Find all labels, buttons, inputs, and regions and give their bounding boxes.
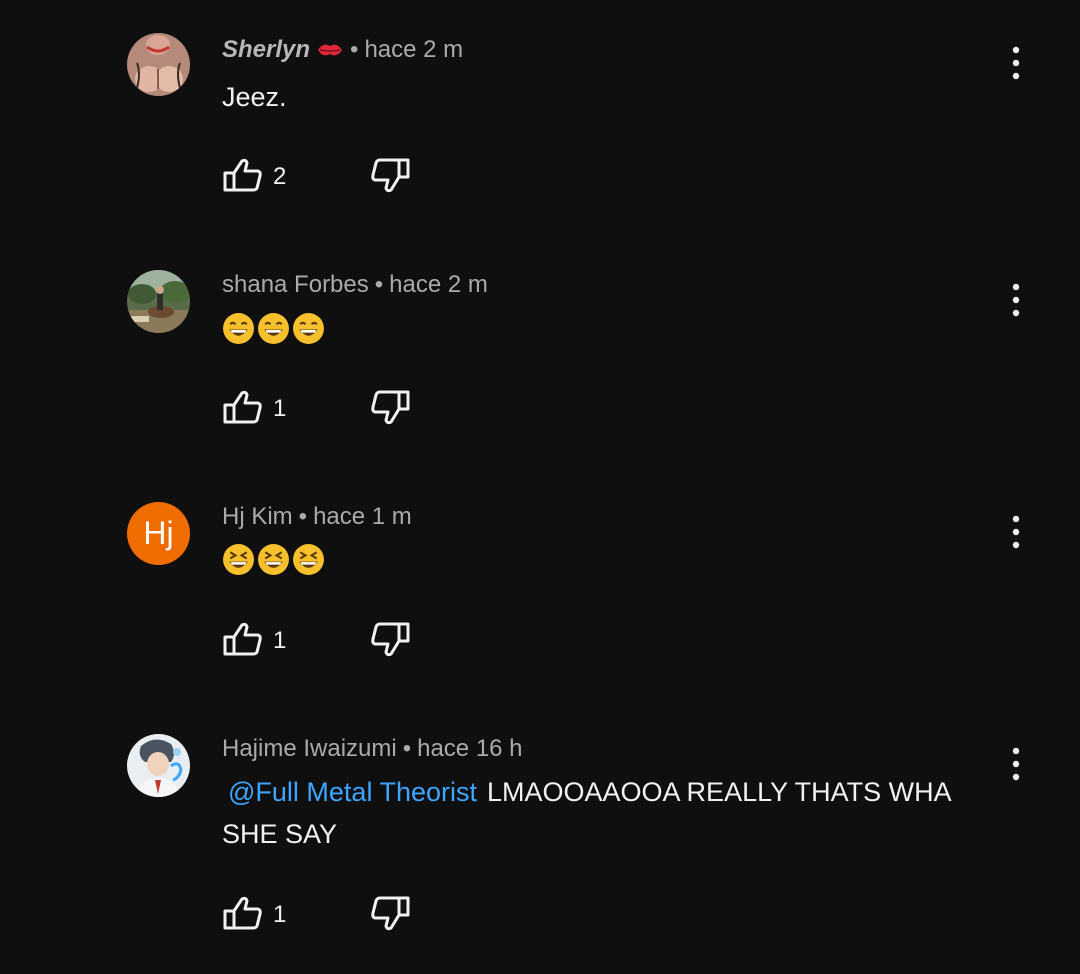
- more-vert-icon: [1012, 46, 1020, 80]
- laughing-face-emoji: [223, 544, 254, 575]
- dislike-button[interactable]: [369, 893, 411, 935]
- more-options-button[interactable]: [1004, 45, 1028, 81]
- avatar[interactable]: [127, 270, 190, 333]
- comment-meta: Sherlyn • hace 2 m: [222, 35, 463, 68]
- like-count: 1: [273, 627, 287, 654]
- author-name[interactable]: Hj Kim: [222, 503, 293, 530]
- meta-separator: •: [402, 735, 412, 762]
- comment-emojis: [222, 312, 1012, 345]
- more-options-button[interactable]: [1004, 514, 1028, 550]
- thumbs-down-icon: [371, 158, 410, 193]
- grinning-face-emoji: [223, 313, 254, 344]
- meta-separator: •: [298, 503, 308, 530]
- comment-time: hace 2 m: [364, 36, 464, 63]
- thumbs-up-icon: [223, 158, 262, 192]
- thumbs-up-icon: [223, 622, 262, 656]
- author-name[interactable]: Hajime Iwaizumi: [222, 735, 397, 762]
- comment-meta: Hj Kim • hace 1 m: [222, 502, 412, 532]
- grinning-face-emoji: [258, 313, 289, 344]
- author-name[interactable]: shana Forbes: [222, 271, 369, 298]
- more-options-button[interactable]: [1004, 746, 1028, 782]
- more-vert-icon: [1012, 747, 1020, 781]
- mention-link[interactable]: @Full Metal Theorist: [228, 777, 477, 807]
- more-vert-icon: [1012, 515, 1020, 549]
- comment-emojis: [222, 543, 1012, 576]
- comment-meta: shana Forbes • hace 2 m: [222, 270, 488, 300]
- comment-body: @Full Metal Theorist LMAOOAAOOA REALLY TH…: [222, 771, 1012, 855]
- thumbs-up-icon: [223, 390, 262, 424]
- thumbs-up-icon: [223, 896, 262, 930]
- comment-time: hace 16 h: [417, 735, 523, 762]
- avatar[interactable]: [127, 734, 190, 797]
- like-count: 1: [273, 901, 287, 928]
- avatar-letter: Hj: [143, 515, 174, 551]
- meta-separator: •: [374, 271, 384, 298]
- comment-time: hace 1 m: [313, 503, 412, 530]
- thumbs-down-icon: [371, 390, 410, 425]
- avatar[interactable]: Hj: [127, 502, 190, 565]
- like-button[interactable]: [222, 893, 264, 935]
- avatar[interactable]: [127, 33, 190, 96]
- comment-time: hace 2 m: [389, 271, 488, 298]
- dislike-button[interactable]: [369, 619, 411, 661]
- like-count: 1: [273, 395, 287, 422]
- meta-separator: •: [350, 36, 359, 63]
- like-button[interactable]: [222, 155, 264, 197]
- laughing-face-emoji: [258, 544, 289, 575]
- like-count: 2: [273, 163, 287, 190]
- more-vert-icon: [1012, 283, 1020, 317]
- like-button[interactable]: [222, 619, 264, 661]
- kiss-mark-icon: [316, 38, 344, 68]
- thumbs-down-icon: [371, 622, 410, 657]
- comment-text: Jeez.: [222, 82, 287, 112]
- like-button[interactable]: [222, 387, 264, 429]
- comment-meta: Hajime Iwaizumi • hace 16 h: [222, 734, 523, 764]
- thumbs-down-icon: [371, 896, 410, 931]
- laughing-face-emoji: [293, 544, 324, 575]
- dislike-button[interactable]: [369, 387, 411, 429]
- grinning-face-emoji: [293, 313, 324, 344]
- author-name[interactable]: Sherlyn: [222, 36, 310, 63]
- more-options-button[interactable]: [1004, 282, 1028, 318]
- dislike-button[interactable]: [369, 155, 411, 197]
